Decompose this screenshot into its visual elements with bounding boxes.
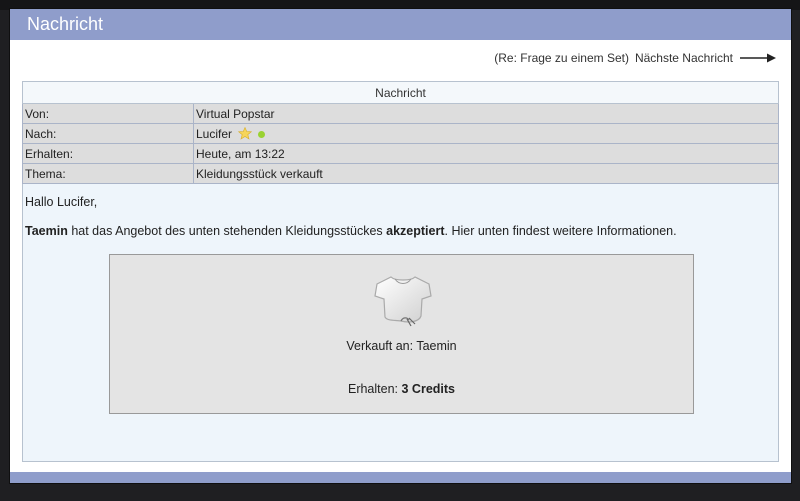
- to-value[interactable]: Lucifer: [196, 127, 232, 141]
- meta-row-subject: Thema: Kleidungsstück verkauft: [22, 163, 779, 184]
- meta-row-from: Von: Virtual Popstar: [22, 103, 779, 124]
- item-card: Verkauft an: Taemin Erhalten: 3 Credits: [109, 254, 694, 414]
- to-label: Nach:: [22, 123, 194, 144]
- sold-to-value: Taemin: [416, 339, 457, 353]
- meta-row-received: Erhalten: Heute, am 13:22: [22, 143, 779, 164]
- next-message-link[interactable]: (Re: Frage zu einem Set) Nächste Nachric…: [494, 51, 777, 65]
- received-label: Erhalten:: [22, 143, 194, 164]
- message-window: Nachricht (Re: Frage zu einem Set) Nächs…: [10, 9, 791, 483]
- window-title: Nachricht: [10, 9, 791, 40]
- subject-label: Thema:: [22, 163, 194, 184]
- received-value: Heute, am 13:22: [193, 143, 779, 164]
- to-cell: Lucifer: [193, 123, 779, 144]
- message-meta-table: Nachricht Von: Virtual Popstar Nach: Luc…: [22, 81, 779, 184]
- credits-value: 3 Credits: [401, 382, 456, 396]
- next-message-label[interactable]: Nächste Nachricht: [635, 51, 733, 65]
- sold-to-label: Verkauft an:: [346, 339, 414, 353]
- body-text-part1: hat das Angebot des unten stehenden Klei…: [67, 224, 387, 238]
- body-text-part2: . Hier unten findest weitere Information…: [444, 224, 677, 238]
- sold-to-line: Verkauft an: Taemin: [110, 339, 693, 353]
- online-status-icon: [257, 130, 265, 138]
- message-header: Nachricht: [22, 81, 779, 104]
- message-body: Taemin hat das Angebot des unten stehend…: [25, 224, 677, 238]
- window-footer: [10, 472, 791, 483]
- arrow-right-icon[interactable]: [739, 52, 777, 64]
- subject-value: Kleidungsstück verkauft: [193, 163, 779, 184]
- from-value[interactable]: Virtual Popstar: [193, 103, 779, 124]
- message-panel: Nachricht Von: Virtual Popstar Nach: Luc…: [22, 81, 779, 462]
- received-line: Erhalten: 3 Credits: [110, 382, 693, 396]
- status-text: akzeptiert: [386, 224, 445, 238]
- greeting-text: Hallo Lucifer,: [25, 195, 98, 209]
- credits-label: Erhalten:: [347, 382, 399, 396]
- meta-row-to: Nach: Lucifer: [22, 123, 779, 144]
- buyer-name: Taemin: [25, 224, 68, 238]
- next-message-subject[interactable]: (Re: Frage zu einem Set): [494, 51, 629, 65]
- from-label: Von:: [22, 103, 194, 124]
- star-icon: [238, 126, 253, 140]
- shirt-icon: [374, 276, 432, 327]
